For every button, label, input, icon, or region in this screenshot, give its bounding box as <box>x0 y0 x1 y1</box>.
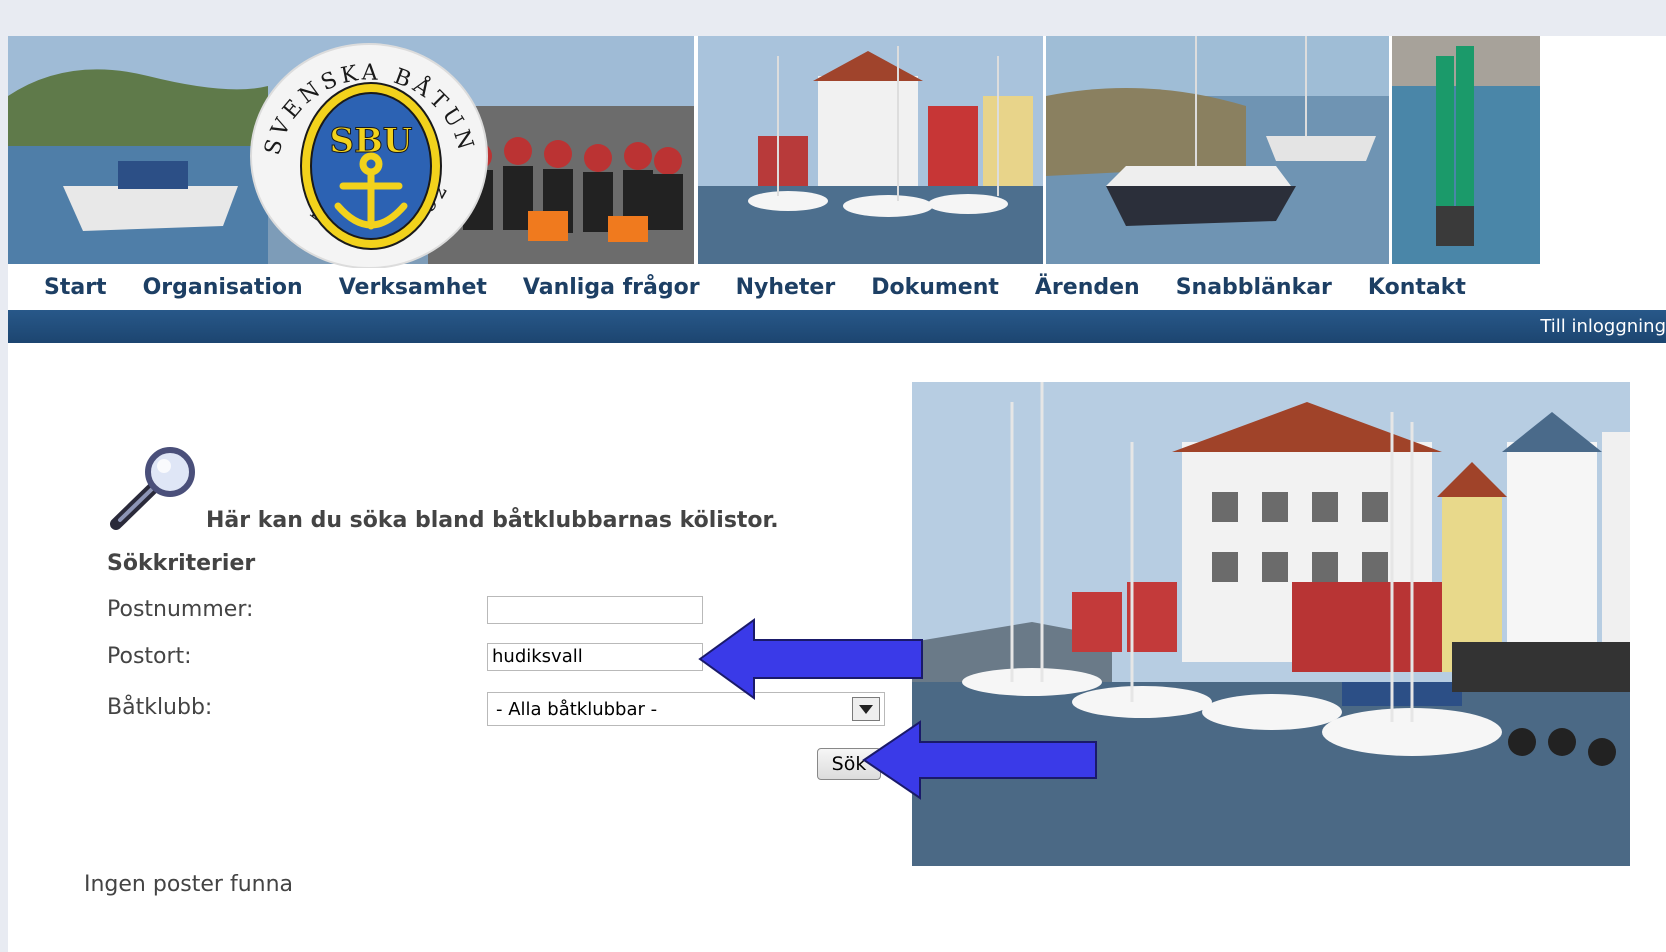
nav-item-arenden[interactable]: Ärenden <box>1035 275 1140 300</box>
arrow-pointer-icon <box>698 618 924 700</box>
postort-input[interactable]: hudiksvall <box>487 643 703 671</box>
sbu-logo: SVENSKA BÅTUNIONEN BILDAD 1928 SBU <box>226 15 500 269</box>
batklubb-label: Båtklubb: <box>107 695 213 720</box>
postnummer-input[interactable] <box>487 596 703 624</box>
nav-item-organisation[interactable]: Organisation <box>143 275 303 300</box>
top-strip <box>0 0 1666 36</box>
nav-item-vanliga-fragor[interactable]: Vanliga frågor <box>523 275 700 300</box>
nav-item-verksamhet[interactable]: Verksamhet <box>339 275 487 300</box>
banner-photo-motorboats <box>1046 36 1389 264</box>
nav-item-kontakt[interactable]: Kontakt <box>1368 275 1466 300</box>
nav-item-nyheter[interactable]: Nyheter <box>736 275 836 300</box>
banner-photo-harbor-houses <box>698 36 1043 264</box>
no-results-message: Ingen poster funna <box>84 872 294 897</box>
postort-label: Postort: <box>107 644 192 669</box>
magnifier-icon <box>108 446 208 536</box>
main-nav: Start Organisation Verksamhet Vanliga fr… <box>8 266 1666 308</box>
arrow-pointer-icon <box>862 720 1098 800</box>
dropdown-arrow-icon[interactable] <box>852 697 880 721</box>
banner-photo-channel-marker <box>1392 36 1540 264</box>
page-border <box>0 0 8 952</box>
nav-item-start[interactable]: Start <box>44 275 107 300</box>
batklubb-selected-value: - Alla båtklubbar - <box>496 699 658 720</box>
nav-item-dokument[interactable]: Dokument <box>871 275 999 300</box>
login-link[interactable]: Till inloggning <box>1540 316 1666 337</box>
criteria-heading: Sökkriterier <box>107 551 256 576</box>
search-intro: Här kan du söka bland båtklubbarnas köli… <box>206 508 779 533</box>
nav-item-snabblankar[interactable]: Snabblänkar <box>1176 275 1332 300</box>
header-bar: Till inloggning <box>8 310 1666 343</box>
postnummer-label: Postnummer: <box>107 597 254 622</box>
